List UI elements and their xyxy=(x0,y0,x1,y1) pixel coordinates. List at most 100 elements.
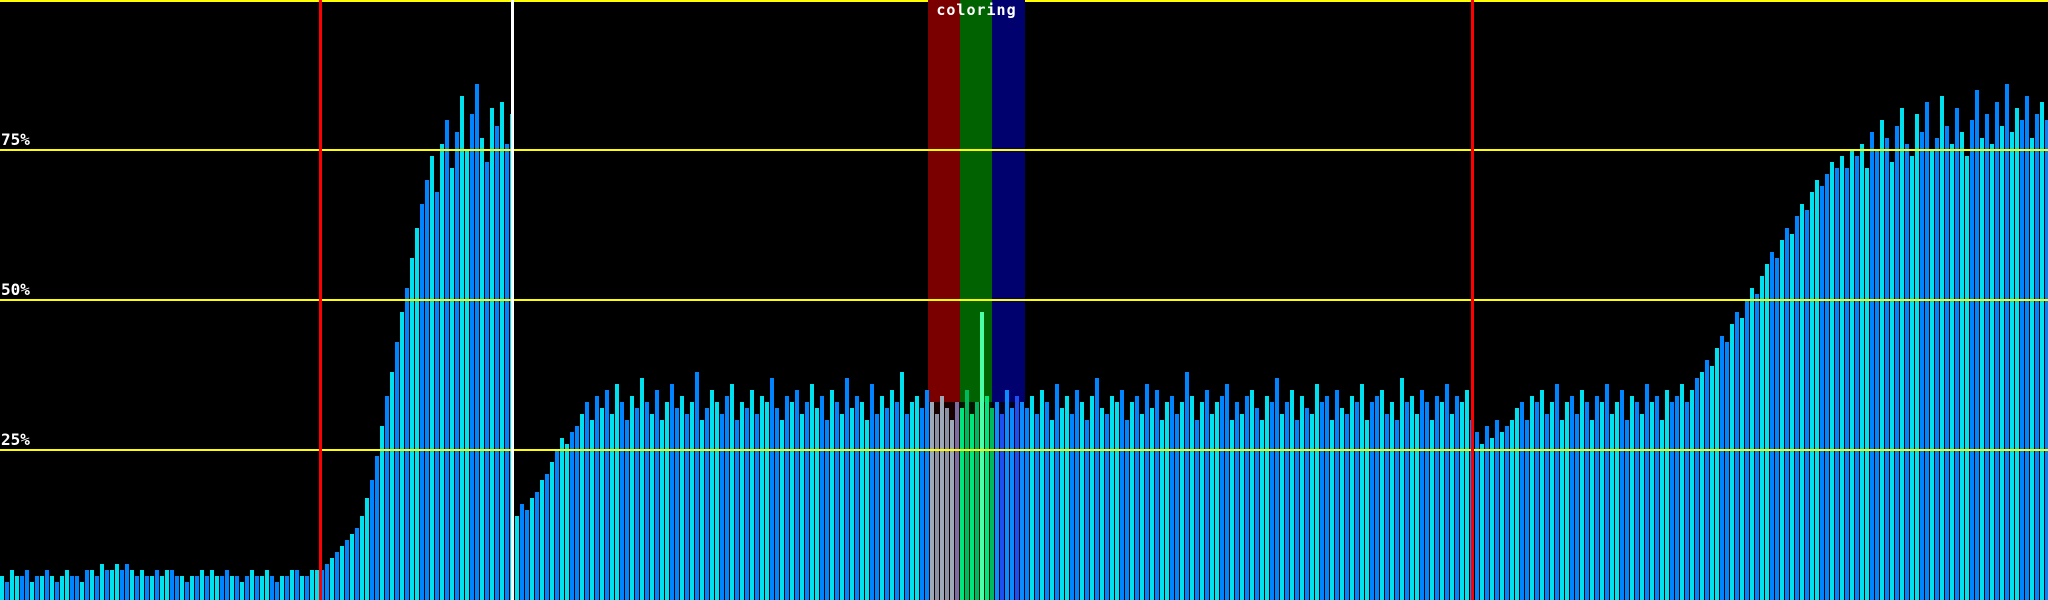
bar xyxy=(245,576,249,600)
bar xyxy=(880,396,884,600)
bar xyxy=(1290,390,1294,600)
bar xyxy=(1915,114,1919,600)
bar xyxy=(750,390,754,600)
bar xyxy=(1055,384,1059,600)
bar xyxy=(1970,120,1974,600)
bar xyxy=(2000,126,2004,600)
bar xyxy=(720,414,724,600)
bar xyxy=(545,474,549,600)
bar xyxy=(645,402,649,600)
bar xyxy=(1025,408,1029,600)
bar xyxy=(590,420,594,600)
bar xyxy=(725,396,729,600)
bar xyxy=(1870,132,1874,600)
bar xyxy=(1905,144,1909,600)
bar xyxy=(45,570,49,600)
bar xyxy=(35,576,39,600)
bar xyxy=(940,396,944,600)
bar xyxy=(1770,252,1774,600)
bar xyxy=(1320,402,1324,600)
bar xyxy=(1680,384,1684,600)
bar xyxy=(1325,396,1329,600)
bar xyxy=(670,384,674,600)
bar xyxy=(1205,390,1209,600)
bar xyxy=(535,492,539,600)
bar xyxy=(1530,396,1534,600)
bar xyxy=(625,420,629,600)
bar xyxy=(1750,288,1754,600)
bar xyxy=(1845,168,1849,600)
bar xyxy=(1550,402,1554,600)
bar xyxy=(1540,390,1544,600)
bar xyxy=(1505,426,1509,600)
bar xyxy=(1780,240,1784,600)
bar xyxy=(1340,408,1344,600)
bar xyxy=(2040,102,2044,600)
bar xyxy=(865,420,869,600)
bar xyxy=(1295,420,1299,600)
bar xyxy=(990,408,994,600)
bar xyxy=(1930,150,1934,600)
bar xyxy=(1615,402,1619,600)
bar xyxy=(1990,144,1994,600)
bar xyxy=(660,420,664,600)
bar xyxy=(1455,396,1459,600)
bar xyxy=(1135,396,1139,600)
bar xyxy=(285,576,289,600)
bar xyxy=(1100,408,1104,600)
bar xyxy=(860,402,864,600)
bar xyxy=(50,576,54,600)
bar xyxy=(1600,402,1604,600)
bar xyxy=(2020,120,2024,600)
ytick-label-25: 25% xyxy=(1,431,30,449)
bar xyxy=(1985,114,1989,600)
bar xyxy=(575,426,579,600)
bar xyxy=(405,288,409,600)
bar xyxy=(640,378,644,600)
bar xyxy=(1610,414,1614,600)
bar xyxy=(1730,324,1734,600)
bar xyxy=(1265,396,1269,600)
bar xyxy=(1620,390,1624,600)
bar xyxy=(330,558,334,600)
bar xyxy=(455,132,459,600)
bar xyxy=(1795,216,1799,600)
bar xyxy=(165,570,169,600)
bar xyxy=(1160,420,1164,600)
bar xyxy=(1395,420,1399,600)
bar xyxy=(1940,96,1944,600)
bar xyxy=(1245,396,1249,600)
bar xyxy=(1090,396,1094,600)
bar xyxy=(1660,420,1664,600)
bar xyxy=(985,396,989,600)
bar xyxy=(15,576,19,600)
bar xyxy=(930,402,934,600)
bar xyxy=(975,402,979,600)
bar xyxy=(1300,396,1304,600)
bar xyxy=(790,402,794,600)
bar xyxy=(150,576,154,600)
bar xyxy=(1445,384,1449,600)
bar xyxy=(765,402,769,600)
bar xyxy=(1130,402,1134,600)
coloring-band-red-phase xyxy=(928,0,960,402)
bar xyxy=(1570,396,1574,600)
bar xyxy=(180,576,184,600)
bar xyxy=(710,390,714,600)
bar xyxy=(740,402,744,600)
bar xyxy=(355,528,359,600)
bar xyxy=(605,390,609,600)
bar xyxy=(255,576,259,600)
bar xyxy=(1420,390,1424,600)
bar xyxy=(1285,402,1289,600)
bar xyxy=(360,516,364,600)
bar xyxy=(650,414,654,600)
bar xyxy=(1230,420,1234,600)
bar xyxy=(225,570,229,600)
bar xyxy=(970,414,974,600)
bar xyxy=(1880,120,1884,600)
bar xyxy=(385,396,389,600)
bar xyxy=(1920,132,1924,600)
bar xyxy=(1330,420,1334,600)
bar xyxy=(1950,144,1954,600)
